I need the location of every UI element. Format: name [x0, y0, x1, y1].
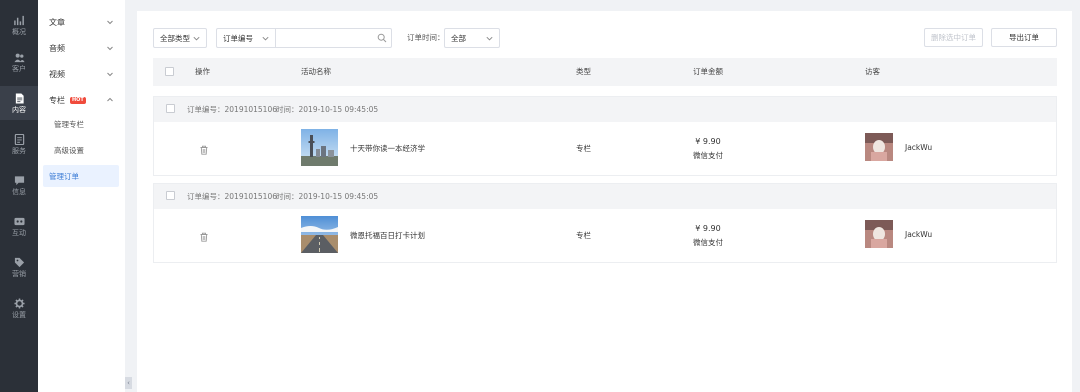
tag-icon — [14, 257, 24, 267]
document-icon — [15, 92, 24, 104]
nav-item-overview[interactable]: 概况 — [0, 8, 38, 42]
order-number: 订单编号：20191015106 — [187, 192, 277, 201]
chevron-up-icon — [107, 97, 113, 102]
order-checkbox[interactable] — [166, 104, 175, 113]
nav-item-content[interactable]: 内容 — [0, 86, 38, 120]
hot-badge: HOT — [70, 96, 86, 104]
order-field-select[interactable]: 订单编号 — [216, 28, 276, 48]
chevron-down-icon — [486, 36, 493, 41]
gear-icon — [13, 297, 25, 309]
trash-icon[interactable] — [199, 232, 209, 242]
column-header-amount: 订单金额 — [693, 67, 723, 76]
collapse-sidebar-button[interactable]: ‹ — [125, 377, 132, 389]
users-icon — [13, 53, 25, 62]
type-filter-value: 全部类型 — [160, 33, 190, 43]
chevron-down-icon — [107, 72, 113, 77]
nav-item-messages[interactable]: 信息 — [0, 168, 38, 202]
nav-item-label: 信息 — [12, 187, 26, 196]
service-icon — [14, 133, 24, 145]
activity-name: 微恩托福百日打卡计划 — [350, 231, 425, 240]
submenu-item-label: 视频 — [49, 69, 65, 79]
submenu-item-label: 管理专栏 — [54, 119, 84, 129]
search-icon[interactable] — [377, 33, 387, 43]
nav-item-label: 服务 — [12, 146, 26, 155]
order-time-value: 全部 — [451, 33, 466, 43]
nav-item-interact[interactable]: 互动 — [0, 209, 38, 243]
order-amount: ¥ 9.90 — [695, 224, 721, 233]
submenu-item-manage-orders[interactable]: 管理订单 — [43, 165, 119, 187]
column-header-activity: 活动名称 — [301, 67, 331, 76]
chevron-down-icon — [262, 36, 269, 41]
avatar — [865, 133, 893, 161]
order-row: 订单编号：20191015106 时间：2019-10-15 09:45:05 … — [153, 96, 1057, 176]
submenu-item-column[interactable]: 专栏 HOT — [38, 89, 125, 111]
main-nav: 概况 客户 内容 服务 信息 互动 营销 设置 — [0, 0, 38, 392]
order-field-value: 订单编号 — [223, 33, 253, 43]
order-number: 订单编号：20191015106 — [187, 105, 277, 114]
order-row-header: 订单编号：20191015106 时间：2019-10-15 09:45:05 — [154, 184, 1056, 209]
trash-icon[interactable] — [199, 145, 209, 155]
type-filter-select[interactable]: 全部类型 — [153, 28, 207, 48]
chevron-down-icon — [193, 36, 200, 41]
submenu-item-manage-column[interactable]: 管理专栏 — [43, 113, 119, 135]
payment-method: 微信支付 — [693, 151, 723, 160]
avatar — [865, 220, 893, 248]
chart-icon — [13, 15, 24, 25]
nav-item-service[interactable]: 服务 — [0, 127, 38, 161]
submenu-item-label: 文章 — [49, 17, 65, 27]
submenu-item-video[interactable]: 视频 — [38, 63, 125, 85]
order-checkbox[interactable] — [166, 191, 175, 200]
column-header-visitor: 访客 — [865, 67, 880, 76]
nav-item-label: 内容 — [12, 105, 26, 114]
submenu-item-audio[interactable]: 音频 — [38, 37, 125, 59]
submenu-item-label: 管理订单 — [49, 171, 79, 181]
orders-panel: 全部类型 订单编号 订单时间： 全部 删除选中订单 导出订单 操作 活动名称 类… — [137, 11, 1072, 392]
nav-item-label: 设置 — [12, 310, 26, 319]
nav-item-customers[interactable]: 客户 — [0, 45, 38, 79]
activity-type: 专栏 — [576, 144, 591, 153]
order-time-select[interactable]: 全部 — [444, 28, 500, 48]
submenu-item-label: 专栏 — [49, 95, 65, 105]
activity-thumbnail — [301, 129, 338, 166]
select-all-checkbox[interactable] — [165, 67, 174, 76]
table-header: 操作 活动名称 类型 订单金额 访客 — [153, 58, 1057, 86]
visitor-name: JackWu — [905, 143, 933, 152]
submenu-item-advanced-settings[interactable]: 高级设置 — [43, 139, 119, 161]
activity-type: 专栏 — [576, 231, 591, 240]
submenu-item-label: 音频 — [49, 43, 65, 53]
content-submenu: 文章 音频 视频 专栏 HOT 管理专栏 高级设置 管理订单 — [38, 0, 125, 392]
chevron-down-icon — [107, 20, 113, 25]
activity-thumbnail — [301, 216, 338, 253]
column-header-type: 类型 — [576, 67, 591, 76]
order-time: 时间：2019-10-15 09:45:05 — [276, 105, 379, 114]
chevron-down-icon — [107, 46, 113, 51]
nav-item-label: 营销 — [12, 269, 26, 278]
order-row-header: 订单编号：20191015106 时间：2019-10-15 09:45:05 — [154, 97, 1056, 122]
column-header-actions: 操作 — [195, 67, 210, 76]
visitor-name: JackWu — [905, 230, 933, 239]
nav-item-label: 客户 — [12, 64, 26, 73]
nav-item-label: 概况 — [12, 27, 26, 36]
order-time-label: 订单时间： — [407, 33, 445, 42]
order-time: 时间：2019-10-15 09:45:05 — [276, 192, 379, 201]
payment-method: 微信支付 — [693, 238, 723, 247]
submenu-item-article[interactable]: 文章 — [38, 11, 125, 33]
delete-selected-button[interactable]: 删除选中订单 — [924, 28, 983, 47]
nav-item-settings[interactable]: 设置 — [0, 291, 38, 325]
nav-item-label: 互动 — [12, 228, 26, 237]
search-input[interactable] — [276, 28, 392, 48]
export-orders-button[interactable]: 导出订单 — [991, 28, 1057, 47]
order-amount: ¥ 9.90 — [695, 137, 721, 146]
interact-icon — [13, 217, 25, 225]
submenu-item-label: 高级设置 — [54, 145, 84, 155]
activity-name: 十天带你读一本经济学 — [350, 144, 425, 153]
order-row: 订单编号：20191015106 时间：2019-10-15 09:45:05 … — [153, 183, 1057, 263]
message-icon — [14, 175, 24, 185]
collapse-bar — [125, 0, 136, 392]
nav-item-marketing[interactable]: 营销 — [0, 250, 38, 284]
